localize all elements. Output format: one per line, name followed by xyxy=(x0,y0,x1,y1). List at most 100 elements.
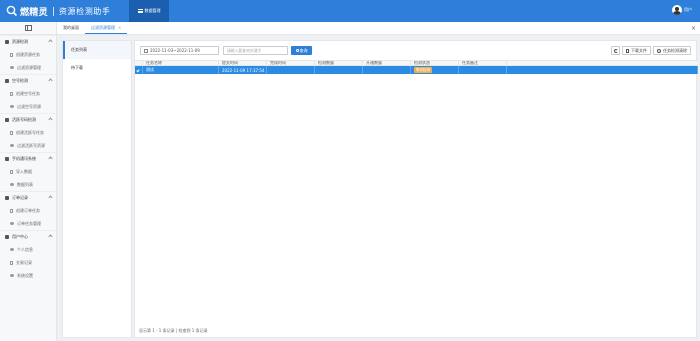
close-icon[interactable]: × xyxy=(118,25,121,30)
close-all-icon[interactable]: × xyxy=(691,25,696,32)
sidebar-group-label: 活跃号码检测 xyxy=(12,117,36,122)
user-name: 用户 xyxy=(684,7,692,12)
file-icon xyxy=(10,130,13,135)
status-badge: 等待检测 xyxy=(414,67,432,73)
sidebar-group-active-detect[interactable]: 活跃号码检测 xyxy=(0,113,56,126)
sidebar-item-import-data[interactable]: 导入数据 xyxy=(0,165,56,178)
sidebar-item-order-task-manage[interactable]: 订单任务管理 xyxy=(0,217,56,230)
sidebar-item-filter-empty[interactable]: 过滤空号资源 xyxy=(0,100,56,113)
inner-nav-task-list[interactable]: 任务列表 xyxy=(63,41,131,59)
file-icon xyxy=(10,169,13,174)
avatar xyxy=(672,5,682,15)
clear-label: 任务检测清除 xyxy=(663,47,687,53)
cell-finish-time xyxy=(267,66,315,74)
sidebar-group-label: 用户中心 xyxy=(12,234,28,239)
eye-icon xyxy=(10,105,14,108)
cell-open-count xyxy=(363,66,411,74)
header-select xyxy=(135,61,143,65)
nav-label: 数据管理 xyxy=(144,8,161,13)
tab-my-desktop[interactable]: 我的桌面 xyxy=(57,22,85,34)
table-row[interactable]: 测试 2022-11-09 17:37:54 等待检测 xyxy=(135,66,698,74)
sidebar-item-profile[interactable]: 个人信息 xyxy=(0,243,56,256)
sidebar-group-orders[interactable]: 订单记录 xyxy=(0,191,56,204)
sidebar-item-transactions[interactable]: 交易记录 xyxy=(0,256,56,269)
header-remark[interactable]: 任务备注 xyxy=(459,61,507,65)
sidebar-item-create-order-task[interactable]: 创建订单任务 xyxy=(0,204,56,217)
file-icon xyxy=(10,52,13,57)
file-icon xyxy=(626,48,629,53)
toolbar: 2022-11-03~2022-11-09 查询 下载文件 任务检测清除 xyxy=(135,41,696,60)
tab-bar: 我的桌面 过滤资源管理 × × xyxy=(57,22,700,35)
sidebar-group-label: 手机通讯系统 xyxy=(12,156,36,161)
chevron-up-icon xyxy=(48,234,53,239)
activity-icon xyxy=(5,118,9,122)
top-header: 燃精灵 资源检测助手 数据管理 用户 xyxy=(0,0,700,22)
pagination-info: 显示第 1 - 1 条记录 | 检查到 1 条记录 xyxy=(139,328,208,333)
sidebar-item-data-list[interactable]: 数据列表 xyxy=(0,178,56,191)
date-range-picker[interactable]: 2022-11-03~2022-11-09 xyxy=(140,46,219,55)
sidebar-item-label: 过滤活跃号资源 xyxy=(17,142,45,148)
download-file-button[interactable]: 下载文件 xyxy=(622,46,651,55)
resource-icon xyxy=(5,40,9,44)
sidebar-item-create-empty-task[interactable]: 创建空号任务 xyxy=(0,87,56,100)
sidebar-group-label: 空号检测 xyxy=(12,78,28,83)
logo-icon xyxy=(6,5,18,17)
sidebar-group-label: 资源检测 xyxy=(12,39,28,44)
tab-label: 过滤资源管理 xyxy=(91,24,115,30)
eye-icon xyxy=(10,183,14,186)
sidebar-toggle[interactable] xyxy=(0,22,56,35)
header-finish-time[interactable]: 完成时间 xyxy=(267,61,315,65)
header-task-name[interactable]: 任务名称 xyxy=(143,61,219,65)
cell-task-name: 测试 xyxy=(143,66,219,74)
sidebar-item-create-active-task[interactable]: 创建活跃号任务 xyxy=(0,126,56,139)
cell-submit-time: 2022-11-09 17:37:54 xyxy=(219,66,267,74)
refresh-button[interactable] xyxy=(611,46,620,55)
sidebar-item-label: 系统设置 xyxy=(17,272,33,278)
toolbar-actions: 下载文件 任务检测清除 xyxy=(611,46,691,55)
sidebar-item-settings[interactable]: 系统设置 xyxy=(0,269,56,282)
header-submit-time[interactable]: 提交时间 xyxy=(219,61,267,65)
query-button[interactable]: 查询 xyxy=(291,46,312,55)
sidebar-item-label: 过滤空号资源 xyxy=(17,103,41,109)
sidebar-item-label: 交易记录 xyxy=(16,259,32,265)
check-icon xyxy=(136,68,140,72)
user-menu[interactable]: 用户 xyxy=(672,5,692,15)
tab-filter-resource[interactable]: 过滤资源管理 × xyxy=(85,22,128,34)
file-icon xyxy=(10,208,13,213)
header-detect-count[interactable]: 检测数量 xyxy=(315,61,363,65)
sidebar-item-filter-resource[interactable]: 过滤资源管理 xyxy=(0,61,56,74)
header-status[interactable]: 检测状态 xyxy=(411,61,459,65)
clear-task-button[interactable]: 任务检测清除 xyxy=(653,46,691,55)
date-range-value: 2022-11-03~2022-11-09 xyxy=(150,48,200,53)
header-open-count[interactable]: 开通数量 xyxy=(363,61,411,65)
chevron-up-icon xyxy=(48,78,53,83)
eye-icon xyxy=(10,144,14,147)
row-select[interactable] xyxy=(135,66,143,74)
sidebar-item-label: 创建订单任务 xyxy=(16,207,40,213)
sidebar-item-create-resource-task[interactable]: 创建资源任务 xyxy=(0,48,56,61)
user-icon xyxy=(5,235,9,239)
task-table: 任务名称 提交时间 完成时间 检测数量 开通数量 检测状态 任务备注 测试 20… xyxy=(135,60,698,74)
inner-nav-pending-download[interactable]: 待下载 xyxy=(63,59,131,77)
gear-icon xyxy=(10,274,14,277)
calendar-icon xyxy=(144,48,148,53)
cell-status: 等待检测 xyxy=(411,66,459,74)
eye-icon xyxy=(10,66,14,69)
chevron-up-icon xyxy=(48,156,53,161)
nav-data-management[interactable]: 数据管理 xyxy=(129,0,169,22)
cell-detect-count xyxy=(315,66,363,74)
header-filler xyxy=(507,61,698,65)
sidebar-item-label: 订单任务管理 xyxy=(17,220,41,226)
app-logo: 燃精灵 资源检测助手 xyxy=(6,4,111,18)
sidebar-item-filter-active[interactable]: 过滤活跃号资源 xyxy=(0,139,56,152)
search-icon xyxy=(295,49,299,52)
sidebar-group-empty-detect[interactable]: 空号检测 xyxy=(0,74,56,87)
search-input[interactable] xyxy=(223,46,288,55)
sidebar-item-label: 个人信息 xyxy=(17,246,33,252)
refresh-icon xyxy=(613,48,618,53)
sidebar-group-label: 订单记录 xyxy=(12,195,28,200)
sidebar-group-phone-system[interactable]: 手机通讯系统 xyxy=(0,152,56,165)
sidebar-group-user-center[interactable]: 用户中心 xyxy=(0,230,56,243)
sidebar-item-label: 数据列表 xyxy=(17,181,33,187)
sidebar-group-resource-detect[interactable]: 资源检测 xyxy=(0,35,56,48)
